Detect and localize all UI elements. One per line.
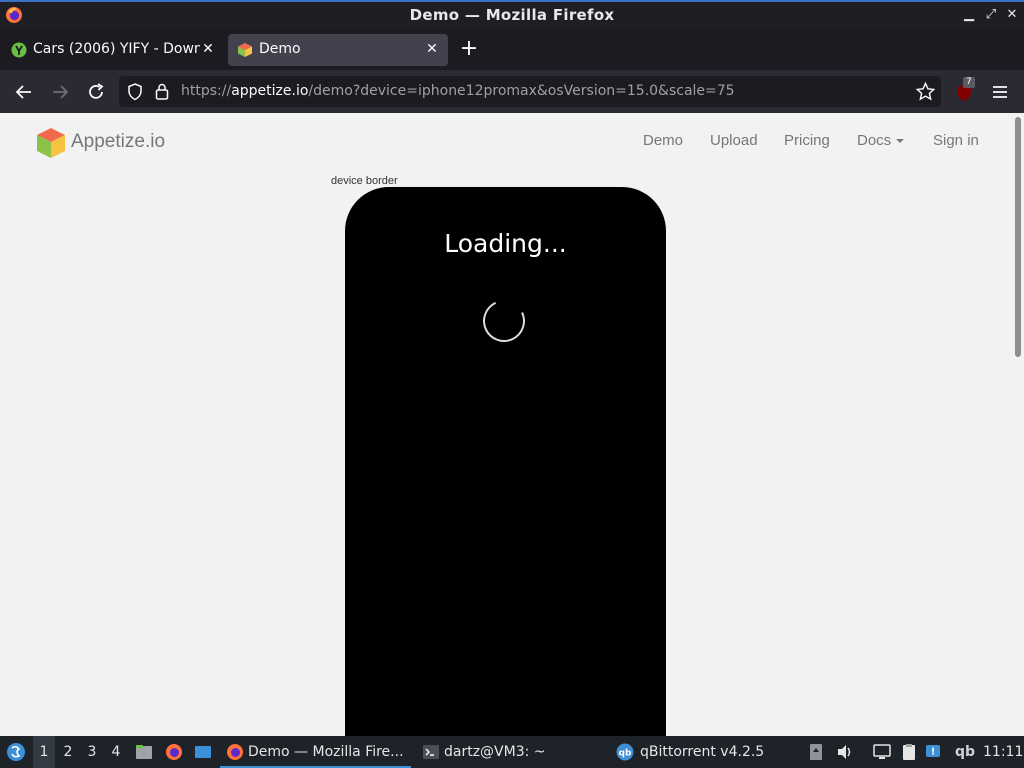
qbittorrent-icon: qb [616,743,634,761]
shield-icon[interactable] [127,83,143,101]
back-arrow-icon[interactable] [12,80,36,104]
taskbar-window-label: dartz@VM3: ~ [444,744,546,760]
close-window-icon[interactable]: ✕ [1003,6,1021,24]
nav-docs-dropdown[interactable]: Docs [857,132,905,149]
workspace-3[interactable]: 3 [81,736,103,768]
url-prefix: https:// [181,83,232,99]
taskbar-window-label: qBittorrent v4.2.5 [640,744,765,760]
tab-label: Demo [259,41,301,57]
tab-cars-yify[interactable]: Cars (2006) YIFY - Downl ✕ [2,34,224,66]
navigation-toolbar: https://appetize.io/demo?device=iphone12… [0,70,1024,113]
nav-upload-link[interactable]: Upload [710,132,758,149]
workspace-2[interactable]: 2 [57,736,79,768]
nav-docs-label: Docs [857,132,892,149]
terminal-icon [423,745,439,759]
start-menu-icon[interactable] [6,742,26,762]
ublock-extension-button[interactable]: 7 [954,77,976,103]
url-path: /demo?device=iphone12promax&osVersion=15… [308,83,735,99]
caret-down-icon [896,139,905,144]
nav-pricing-link[interactable]: Pricing [784,132,830,149]
firefox-launcher-icon[interactable] [165,743,183,761]
device-frame[interactable]: Loading... [345,187,666,736]
device-border-label: device border [331,175,398,187]
appetize-cube-logo-icon [37,128,65,158]
url-host: appetize.io [231,83,309,99]
page-scrollbar[interactable] [1012,113,1024,736]
tab-close-icon[interactable]: ✕ [199,40,217,58]
forward-arrow-icon[interactable] [48,80,72,104]
menu-hamburger-icon[interactable] [988,80,1012,104]
url-bar[interactable]: https://appetize.io/demo?device=iphone12… [119,76,941,107]
url-text[interactable]: https://appetize.io/demo?device=iphone12… [181,83,735,99]
restore-icon[interactable]: ⤢ [982,6,1000,24]
lock-icon[interactable] [155,83,169,100]
svg-text:qb: qb [619,749,632,759]
brand-name: Appetize.io [71,131,166,152]
window-title: Demo — Mozilla Firefox [409,6,615,24]
new-tab-button[interactable]: + [458,38,480,60]
nav-demo-link[interactable]: Demo [643,132,683,149]
window-titlebar: Demo — Mozilla Firefox ▁ ⤢ ✕ [0,0,1024,29]
loading-text: Loading... [444,229,567,258]
reload-icon[interactable] [84,80,108,104]
tab-label: Cars (2006) YIFY - Downl [33,41,200,57]
tab-demo[interactable]: Demo ✕ [228,34,448,66]
appetize-favicon-icon [238,43,252,57]
firefox-icon [227,744,243,760]
svg-text:!: ! [931,747,936,758]
nav-signin-link[interactable]: Sign in [933,132,979,149]
taskbar: 1 2 3 4 Demo — Mozilla Fire... dartz@VM3… [0,736,1024,768]
taskbar-window-terminal[interactable]: dartz@VM3: ~ [416,736,596,768]
storage-icon[interactable] [808,743,824,761]
clipboard-icon[interactable] [900,743,918,761]
desktop-icon[interactable] [194,743,212,761]
taskbar-window-qbittorrent[interactable]: qb qBittorrent v4.2.5 [612,736,792,768]
qbittorrent-tray-icon[interactable]: qb [955,736,975,768]
workspace-4[interactable]: 4 [105,736,127,768]
loading-spinner-icon [477,294,531,348]
taskbar-window-label: Demo — Mozilla Fire... [248,744,404,760]
yify-favicon-icon [11,42,27,58]
tab-close-icon[interactable]: ✕ [423,40,441,58]
web-page: Appetize.io Demo Upload Pricing Docs Sig… [0,113,1024,736]
file-manager-icon[interactable] [135,743,153,761]
clock[interactable]: 11:11 [983,736,1023,768]
tab-strip: Cars (2006) YIFY - Downl ✕ Demo ✕ + [0,29,1024,70]
scrollbar-thumb[interactable] [1015,117,1021,357]
taskbar-window-firefox[interactable]: Demo — Mozilla Fire... [220,736,411,768]
extension-badge: 7 [963,77,975,88]
workspace-1[interactable]: 1 [33,736,55,768]
network-icon[interactable] [873,743,891,761]
update-notifier-icon[interactable]: ! [925,743,941,761]
volume-icon[interactable] [836,743,854,761]
bookmark-star-icon[interactable] [916,82,935,101]
minimize-icon[interactable]: ▁ [960,6,978,24]
